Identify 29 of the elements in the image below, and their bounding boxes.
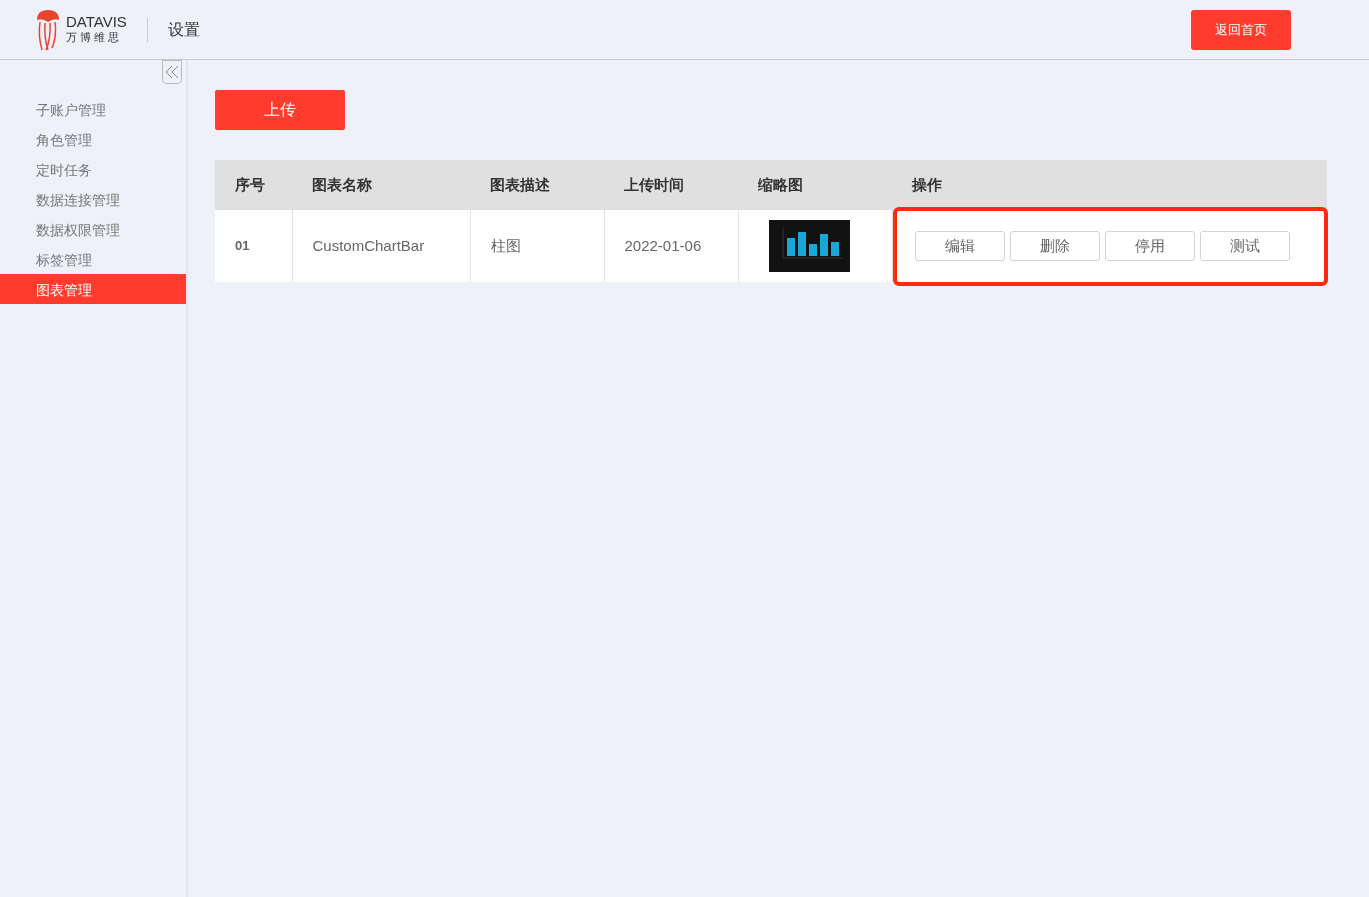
column-header: 图表名称	[292, 160, 470, 210]
sidebar-item[interactable]: 图表管理	[0, 274, 186, 304]
home-button[interactable]: 返回首页	[1191, 9, 1291, 50]
action-button[interactable]: 测试	[1199, 231, 1290, 261]
sidebar-item[interactable]: 标签管理	[0, 244, 186, 274]
logo-text: DATAVIS	[66, 13, 127, 29]
action-button[interactable]: 编辑	[914, 231, 1005, 261]
sidebar-item[interactable]: 数据连接管理	[0, 184, 186, 214]
column-header: 缩略图	[738, 160, 892, 210]
sidebar-item[interactable]: 定时任务	[0, 154, 186, 184]
jellyfish-logo-icon	[34, 7, 62, 52]
table-cell: 01	[215, 210, 292, 282]
column-header: 上传时间	[604, 160, 738, 210]
sidebar-item[interactable]: 子账户管理	[0, 94, 186, 124]
sidebar-item[interactable]: 数据权限管理	[0, 214, 186, 244]
upload-button[interactable]: 上传	[215, 90, 345, 130]
column-header: 图表描述	[470, 160, 604, 210]
table-cell: 柱图	[470, 210, 604, 282]
table-cell: CustomChartBar	[292, 210, 470, 282]
table-cell: 2022-01-06	[604, 210, 738, 282]
page-title: 设置	[167, 19, 200, 40]
action-button[interactable]: 删除	[1009, 231, 1100, 261]
column-header: 操作	[892, 160, 1327, 210]
collapse-button[interactable]	[162, 60, 182, 84]
double-chevron-left-icon	[165, 64, 179, 80]
logo-subtext: 万 博 维 思	[66, 29, 121, 45]
column-header: 序号	[215, 160, 292, 210]
action-button[interactable]: 停用	[1104, 231, 1195, 261]
sidebar-item[interactable]: 角色管理	[0, 124, 186, 154]
